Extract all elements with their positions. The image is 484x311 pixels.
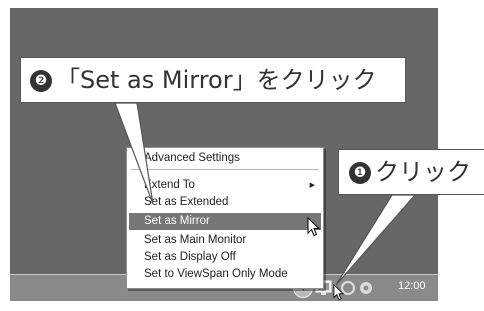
step-2-badge: ❷ [30,70,52,92]
mouse-cursor-icon [307,217,321,237]
step-1-badge: ❶ [349,162,371,184]
callout-click-text: クリック [375,158,471,186]
callout-click-pointer [335,194,417,286]
callout-click: ❶ クリック [338,149,484,195]
callout-set-as-mirror: ❷ 「Set as Mirror」をクリック [20,57,406,103]
mouse-cursor-tray-icon [333,284,345,301]
screenshot: ‹ 12:00 Advanced Settings Extend To ▶ [0,0,484,311]
callout-main-text: 「Set as Mirror」をクリック [56,66,377,94]
callout-main-pointer [114,102,154,205]
